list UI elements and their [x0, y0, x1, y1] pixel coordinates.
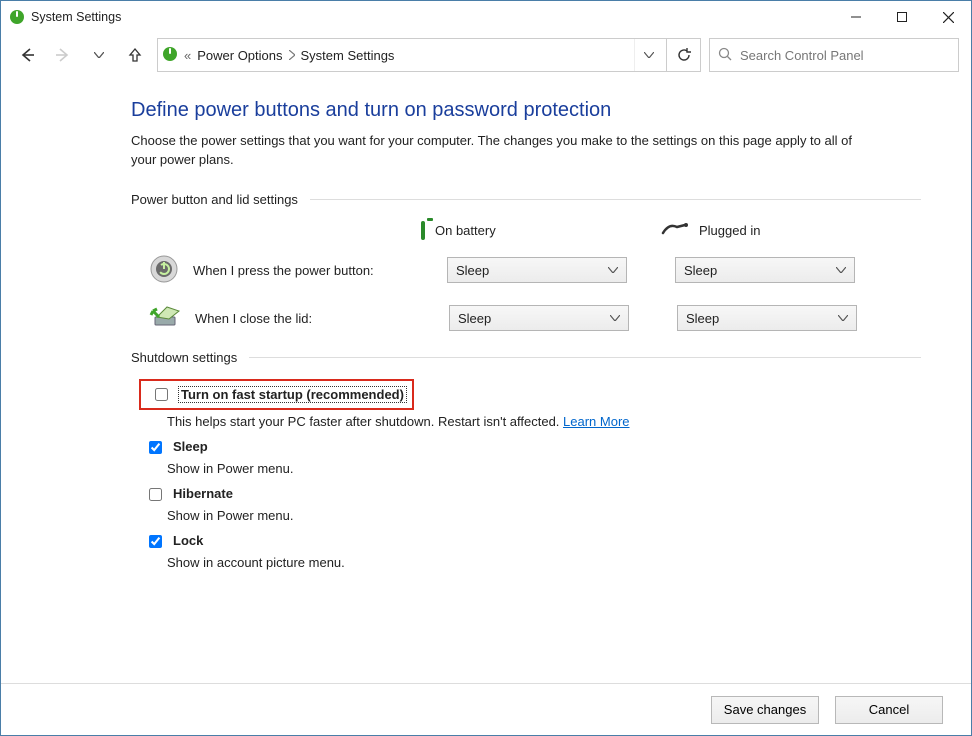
fast-startup-checkbox[interactable]: [155, 388, 168, 401]
plug-icon: [661, 221, 689, 240]
sleep-label[interactable]: Sleep: [173, 439, 208, 454]
select-value: Sleep: [458, 311, 491, 326]
address-history-dropdown[interactable]: [634, 39, 662, 71]
search-placeholder: Search Control Panel: [740, 48, 864, 63]
back-button[interactable]: [13, 41, 41, 69]
window-title: System Settings: [31, 10, 121, 24]
nav-bar: « Power Options System Settings Search C…: [1, 33, 971, 77]
battery-icon: [421, 223, 425, 238]
chevron-right-icon: [289, 48, 295, 63]
hibernate-desc: Show in Power menu.: [131, 508, 921, 523]
power-button-icon: [149, 254, 179, 287]
close-lid-plugged-select[interactable]: Sleep: [677, 305, 857, 331]
address-bar[interactable]: « Power Options System Settings: [157, 38, 667, 72]
shutdown-section-heading: Shutdown settings: [131, 350, 921, 365]
chevron-down-icon: [838, 315, 848, 321]
chevron-down-icon: [610, 315, 620, 321]
maximize-button[interactable]: [879, 1, 925, 33]
power-button-plugged-select[interactable]: Sleep: [675, 257, 855, 283]
refresh-button[interactable]: [667, 38, 701, 72]
title-bar: System Settings: [1, 1, 971, 33]
lock-checkbox[interactable]: [149, 535, 162, 548]
close-lid-battery-select[interactable]: Sleep: [449, 305, 629, 331]
minimize-button[interactable]: [833, 1, 879, 33]
power-section-heading: Power button and lid settings: [131, 192, 921, 207]
sleep-checkbox[interactable]: [149, 441, 162, 454]
cancel-button[interactable]: Cancel: [835, 696, 943, 724]
power-button-label: When I press the power button:: [193, 263, 433, 278]
lock-label[interactable]: Lock: [173, 533, 203, 548]
search-icon: [718, 47, 732, 64]
close-button[interactable]: [925, 1, 971, 33]
power-button-battery-select[interactable]: Sleep: [447, 257, 627, 283]
recent-dropdown[interactable]: [85, 41, 113, 69]
app-icon: [9, 9, 25, 25]
on-battery-label: On battery: [435, 223, 496, 238]
page-description: Choose the power settings that you want …: [131, 132, 871, 170]
chevron-down-icon: [608, 267, 618, 273]
footer: Save changes Cancel: [1, 683, 971, 735]
select-value: Sleep: [684, 263, 717, 278]
breadcrumb-prefix: «: [184, 48, 191, 63]
breadcrumb-power-options[interactable]: Power Options: [197, 48, 282, 63]
control-panel-icon: [162, 46, 178, 65]
power-section-label: Power button and lid settings: [131, 192, 298, 207]
page-title: Define power buttons and turn on passwor…: [131, 99, 921, 122]
fast-startup-label[interactable]: Turn on fast startup (recommended): [179, 387, 406, 402]
forward-button[interactable]: [49, 41, 77, 69]
main-content: Define power buttons and turn on passwor…: [1, 77, 971, 570]
hibernate-checkbox[interactable]: [149, 488, 162, 501]
hibernate-label[interactable]: Hibernate: [173, 486, 233, 501]
breadcrumb-system-settings[interactable]: System Settings: [301, 48, 395, 63]
laptop-lid-icon: [149, 305, 181, 332]
chevron-down-icon: [836, 267, 846, 273]
search-input[interactable]: Search Control Panel: [709, 38, 959, 72]
lock-desc: Show in account picture menu.: [131, 555, 921, 570]
plugged-in-label: Plugged in: [699, 223, 760, 238]
column-plugged-in: Plugged in: [661, 221, 841, 240]
fast-startup-highlight: Turn on fast startup (recommended): [139, 379, 414, 410]
up-button[interactable]: [121, 41, 149, 69]
row-power-button: When I press the power button: Sleep Sle…: [131, 254, 921, 287]
shutdown-section-label: Shutdown settings: [131, 350, 237, 365]
row-close-lid: When I close the lid: Sleep Sleep: [131, 305, 921, 332]
learn-more-link[interactable]: Learn More: [563, 414, 629, 429]
save-changes-button[interactable]: Save changes: [711, 696, 819, 724]
fast-startup-desc: This helps start your PC faster after sh…: [131, 414, 921, 429]
select-value: Sleep: [686, 311, 719, 326]
column-on-battery: On battery: [421, 221, 601, 240]
sleep-desc: Show in Power menu.: [131, 461, 921, 476]
select-value: Sleep: [456, 263, 489, 278]
close-lid-label: When I close the lid:: [195, 311, 435, 326]
